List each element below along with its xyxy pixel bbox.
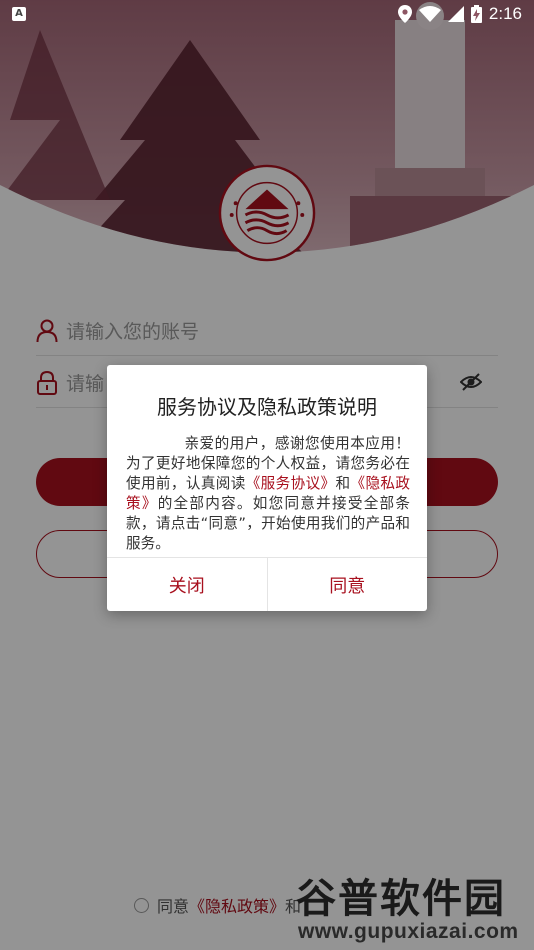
wifi-icon: [418, 6, 441, 22]
agree-button[interactable]: 同意: [266, 558, 428, 611]
battery-charging-icon: [470, 5, 482, 23]
status-bar: A 2:16: [0, 0, 534, 28]
site-watermark: 谷普软件园 www.gupuxiazai.com: [292, 866, 534, 950]
location-icon: [397, 5, 412, 23]
notification-icon: A: [12, 7, 26, 21]
watermark-title: 谷普软件园: [296, 877, 506, 921]
watermark-url: www.gupuxiazai.com: [298, 920, 519, 943]
close-button[interactable]: 关闭: [107, 558, 267, 611]
clock: 2:16: [488, 4, 522, 23]
dialog-body: 亲爱的用户，感谢您使用本应用！为了更好地保障您的个人权益，请您务必在使用前，认真…: [126, 434, 410, 554]
signal-icon: [447, 6, 464, 22]
service-agreement-link[interactable]: 《服务协议》: [246, 475, 336, 492]
privacy-dialog: 服务协议及隐私政策说明 亲爱的用户，感谢您使用本应用！为了更好地保障您的个人权益…: [107, 365, 427, 611]
dialog-actions: 关闭 同意: [107, 557, 427, 611]
dialog-body-text-2: 的全部内容。如您同意并接受全部条款，请点击“同意”，开始使用我们的产品和服务。: [126, 495, 410, 552]
dialog-body-and: 和: [335, 475, 351, 492]
dialog-title: 服务协议及隐私政策说明: [157, 395, 377, 419]
